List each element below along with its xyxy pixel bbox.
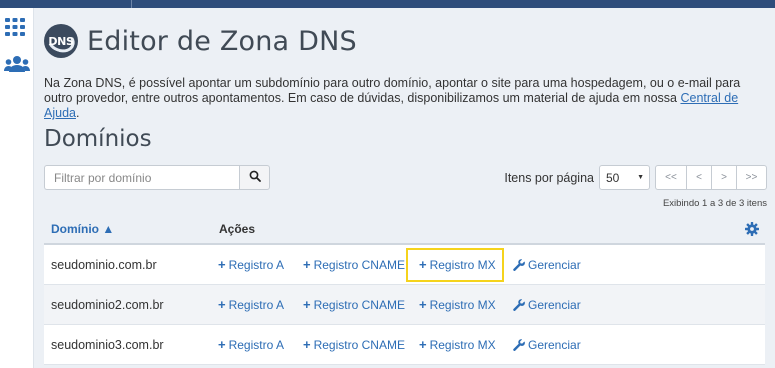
apps-grid-icon[interactable] bbox=[4, 17, 26, 42]
add-record-a-button[interactable]: + Registro A bbox=[218, 338, 284, 352]
add-record-cname-button[interactable]: + Registro CNAME bbox=[303, 258, 405, 272]
main-content: DNS Editor de Zona DNS Na Zona DNS, é po… bbox=[34, 8, 775, 368]
table-row: seudominio2.com.br + Registro A + Registro… bbox=[44, 285, 765, 325]
plus-icon: + bbox=[218, 297, 226, 312]
domain-name: seudominio3.com.br bbox=[51, 338, 164, 352]
manage-button[interactable]: Gerenciar bbox=[513, 298, 581, 312]
domains-table: Domínio ▲ Ações seudominio.com.br + Regi… bbox=[44, 214, 765, 365]
top-bar-divider bbox=[131, 0, 132, 8]
domain-name: seudominio2.com.br bbox=[51, 298, 164, 312]
top-bar bbox=[0, 0, 775, 8]
plus-icon: + bbox=[419, 337, 427, 352]
plus-icon: + bbox=[303, 337, 311, 352]
domain-filter bbox=[44, 165, 270, 190]
intro-text: Na Zona DNS, é possível apontar um subdo… bbox=[44, 76, 769, 121]
record-cname-label: Registro CNAME bbox=[313, 258, 405, 272]
record-mx-label: Registro MX bbox=[429, 258, 496, 272]
add-record-cname-button[interactable]: + Registro CNAME bbox=[303, 298, 405, 312]
manage-button[interactable]: Gerenciar bbox=[513, 258, 581, 272]
domain-column-header[interactable]: Domínio ▲ bbox=[51, 222, 114, 236]
record-cname-label: Registro CNAME bbox=[313, 298, 405, 312]
record-mx-label: Registro MX bbox=[429, 298, 496, 312]
table-row: seudominio3.com.br + Registro A + Registro… bbox=[44, 325, 765, 365]
manage-label: Gerenciar bbox=[528, 338, 581, 352]
results-count: Exibindo 1 a 3 de 3 itens bbox=[662, 198, 767, 209]
first-page-button[interactable]: << bbox=[656, 166, 686, 189]
last-page-button[interactable]: >> bbox=[736, 166, 766, 189]
record-a-label: Registro A bbox=[228, 338, 284, 352]
domains-section-title: Domínios bbox=[44, 126, 152, 152]
per-page-label: Itens por página bbox=[504, 170, 594, 185]
record-cname-label: Registro CNAME bbox=[313, 338, 405, 352]
per-page-value: 50 bbox=[606, 170, 620, 185]
add-record-a-button[interactable]: + Registro A bbox=[218, 258, 284, 272]
manage-label: Gerenciar bbox=[528, 258, 581, 272]
gear-icon[interactable] bbox=[745, 222, 759, 241]
wrench-icon bbox=[513, 299, 525, 311]
plus-icon: + bbox=[419, 297, 427, 312]
next-page-button[interactable]: > bbox=[711, 166, 736, 189]
wrench-icon bbox=[513, 339, 525, 351]
add-record-mx-button[interactable]: + Registro MX bbox=[419, 298, 496, 312]
users-icon[interactable] bbox=[4, 55, 30, 78]
plus-icon: + bbox=[419, 257, 427, 272]
pagination-controls: Itens por página 50 ▼ << < > >> bbox=[504, 165, 767, 190]
search-button[interactable] bbox=[239, 165, 270, 190]
page-title: Editor de Zona DNS bbox=[87, 25, 357, 57]
add-record-mx-button[interactable]: + Registro MX bbox=[419, 258, 496, 272]
add-record-mx-button[interactable]: + Registro MX bbox=[419, 338, 496, 352]
wrench-icon bbox=[513, 259, 525, 271]
dns-logo-text: DNS bbox=[48, 34, 74, 48]
table-header: Domínio ▲ Ações bbox=[44, 214, 765, 245]
pager: << < > >> bbox=[655, 165, 767, 190]
per-page-select[interactable]: 50 ▼ bbox=[599, 165, 650, 190]
previous-page-button[interactable]: < bbox=[686, 166, 711, 189]
record-mx-label: Registro MX bbox=[429, 338, 496, 352]
plus-icon: + bbox=[303, 297, 311, 312]
actions-column-header: Ações bbox=[219, 221, 256, 236]
plus-icon: + bbox=[218, 337, 226, 352]
dns-logo-icon: DNS bbox=[44, 24, 78, 58]
domain-name: seudominio.com.br bbox=[51, 258, 157, 272]
add-record-cname-button[interactable]: + Registro CNAME bbox=[303, 338, 405, 352]
plus-icon: + bbox=[218, 257, 226, 272]
page-header: DNS Editor de Zona DNS bbox=[44, 24, 357, 58]
record-a-label: Registro A bbox=[228, 258, 284, 272]
intro-body: Na Zona DNS, é possível apontar um subdo… bbox=[44, 76, 741, 105]
plus-icon: + bbox=[303, 257, 311, 272]
left-sidebar bbox=[0, 8, 34, 368]
add-record-a-button[interactable]: + Registro A bbox=[218, 298, 284, 312]
domain-filter-input[interactable] bbox=[44, 165, 239, 190]
manage-button[interactable]: Gerenciar bbox=[513, 338, 581, 352]
search-icon bbox=[249, 169, 261, 187]
manage-label: Gerenciar bbox=[528, 298, 581, 312]
table-row: seudominio.com.br + Registro A + Registro … bbox=[44, 245, 765, 285]
intro-suffix: . bbox=[75, 106, 80, 120]
chevron-down-icon: ▼ bbox=[637, 174, 644, 181]
record-a-label: Registro A bbox=[228, 298, 284, 312]
